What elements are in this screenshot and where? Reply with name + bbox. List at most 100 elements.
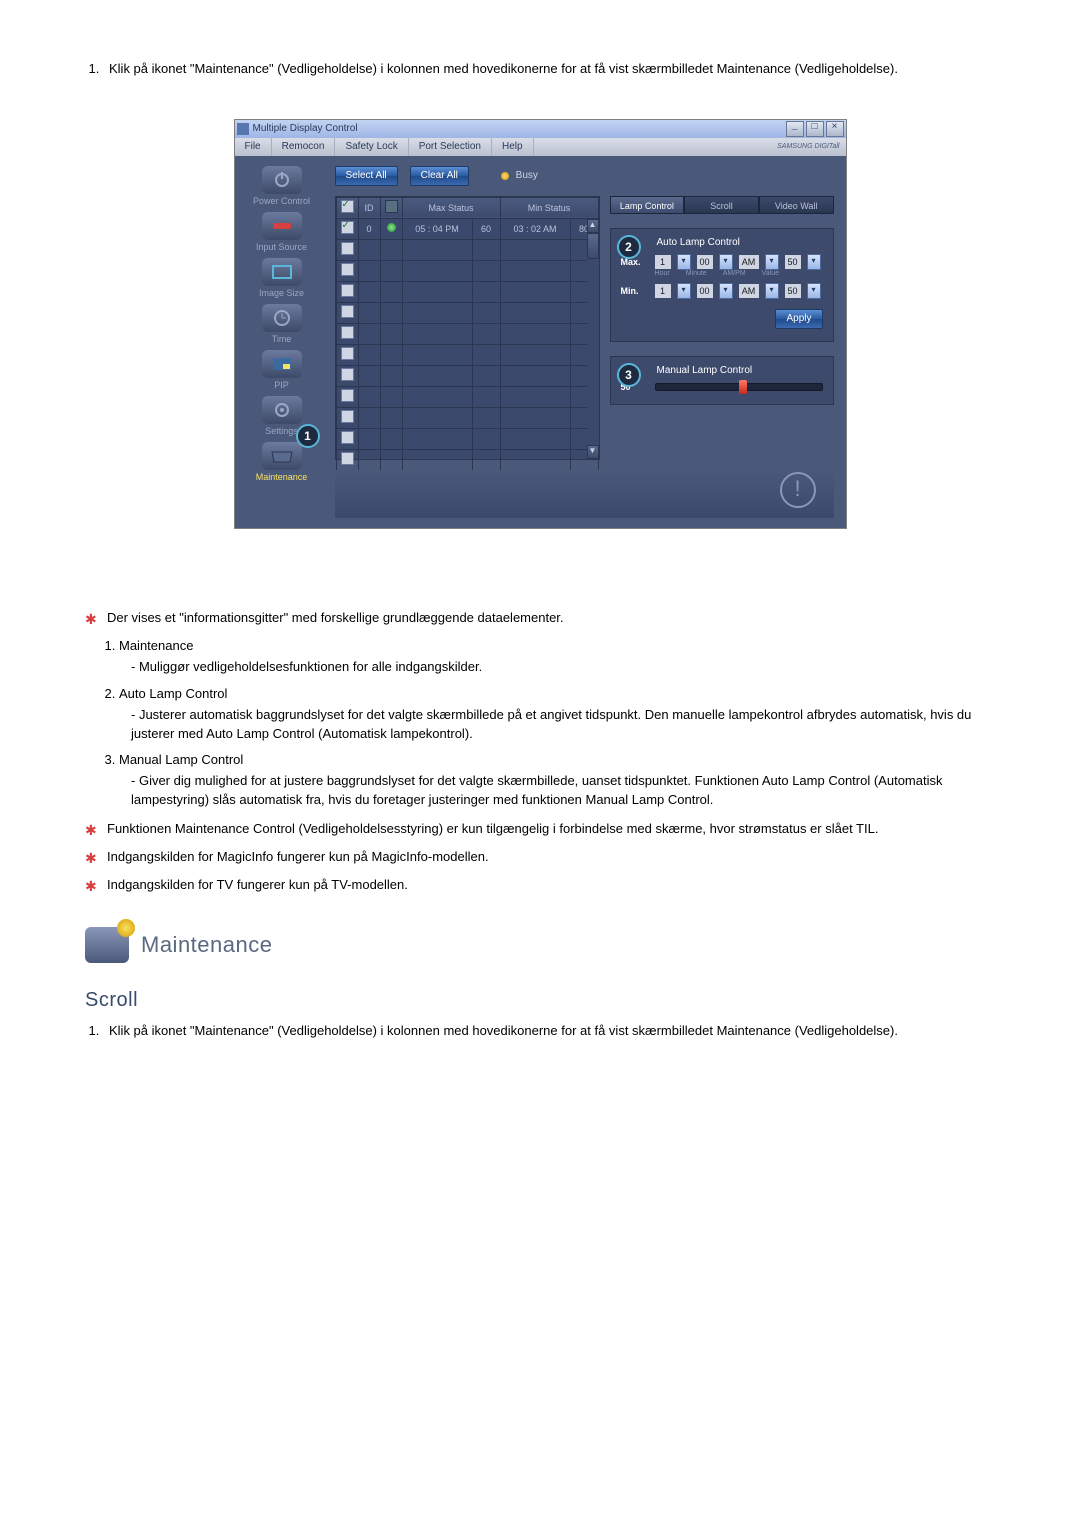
select-all-button[interactable]: Select All <box>335 166 398 186</box>
manual-lamp-title: Manual Lamp Control <box>657 365 823 376</box>
monitor-icon <box>385 200 398 213</box>
min-hour-input[interactable]: 1 <box>655 284 671 298</box>
note-maintenance-power: Funktionen Maintenance Control (Vedligeh… <box>85 820 995 840</box>
dropdown-icon[interactable]: ▾ <box>677 283 691 299</box>
intro-item: Klik på ikonet "Maintenance" (Vedligehol… <box>103 1022 995 1041</box>
dropdown-icon[interactable]: ▾ <box>765 254 779 270</box>
sidebar-item-pip[interactable]: PIP <box>239 350 324 390</box>
maintenance-icon <box>85 927 129 963</box>
app-icon <box>237 123 249 135</box>
main-area: Select All Clear All Busy <box>329 156 846 528</box>
grid-col-id[interactable]: ID <box>358 197 380 218</box>
table-row <box>336 239 598 260</box>
section-title: Maintenance <box>141 932 272 958</box>
min-minute-input[interactable]: 00 <box>697 284 713 298</box>
subsection-title: Scroll <box>85 989 995 1012</box>
sidebar: Power Control Input Source Image Size Ti… <box>235 156 329 528</box>
grid-scrollbar[interactable]: ▲ ▼ <box>587 219 599 459</box>
display-grid: ID Max Status Min Status 0 05 : 04 PM 6 <box>335 196 600 460</box>
dropdown-icon[interactable]: ▾ <box>677 254 691 270</box>
auto-lamp-panel: 2 Auto Lamp Control Max. 1 ▾ 00 ▾ AM ▾ 5… <box>610 228 834 342</box>
table-row <box>336 260 598 281</box>
info-icon[interactable]: ! <box>780 472 816 508</box>
min-ampm-input[interactable]: AM <box>739 284 759 298</box>
clear-all-button[interactable]: Clear All <box>410 166 469 186</box>
manual-lamp-panel: 3 Manual Lamp Control 50 <box>610 356 834 405</box>
app-window: Multiple Display Control _ □ × File Remo… <box>234 119 847 529</box>
note-tv: Indgangskilden for TV fungerer kun på TV… <box>85 876 995 896</box>
list-item: Muliggør vedligeholdelsesfunktionen for … <box>131 658 995 677</box>
table-row <box>336 407 598 428</box>
list-item: Giver dig mulighed for at justere baggru… <box>131 772 995 810</box>
menu-file[interactable]: File <box>235 138 272 156</box>
scroll-up-icon[interactable]: ▲ <box>587 219 599 233</box>
table-row <box>336 281 598 302</box>
dropdown-icon[interactable]: ▾ <box>765 283 779 299</box>
menu-remocon[interactable]: Remocon <box>272 138 336 156</box>
intro-list: Klik på ikonet "Maintenance" (Vedligehol… <box>85 60 995 79</box>
menu-port-selection[interactable]: Port Selection <box>409 138 492 156</box>
scroll-thumb[interactable] <box>587 233 599 259</box>
table-row <box>336 323 598 344</box>
grid-col-icon <box>380 197 402 218</box>
sidebar-item-input-source[interactable]: Input Source <box>239 212 324 252</box>
row-checkbox[interactable] <box>341 221 354 234</box>
table-row <box>336 428 598 449</box>
hour-sublabel: Hour <box>655 270 670 277</box>
sidebar-label: Input Source <box>239 242 324 252</box>
grid-col-check[interactable] <box>336 197 358 218</box>
maximize-button[interactable]: □ <box>806 121 824 137</box>
note-info-grid: Der vises et "informationsgitter" med fo… <box>85 609 995 629</box>
note-magicinfo: Indgangskilden for MagicInfo fungerer ku… <box>85 848 995 868</box>
ampm-sublabel: AM/PM <box>723 270 746 277</box>
window-footer: ! <box>335 470 834 518</box>
busy-label: Busy <box>516 170 538 181</box>
grid-col-min-status[interactable]: Min Status <box>500 197 598 218</box>
slider-thumb[interactable] <box>739 380 747 394</box>
sidebar-label: PIP <box>239 380 324 390</box>
table-row <box>336 386 598 407</box>
titlebar: Multiple Display Control _ □ × <box>235 120 846 138</box>
sidebar-label: Image Size <box>239 288 324 298</box>
table-row <box>336 344 598 365</box>
callout-1: 1 <box>296 424 320 448</box>
scroll-down-icon[interactable]: ▼ <box>587 445 599 459</box>
max-minute-input[interactable]: 00 <box>697 255 713 269</box>
max-value-input[interactable]: 50 <box>785 255 801 269</box>
list-title: Manual Lamp Control <box>119 752 243 767</box>
list-item: Justerer automatisk baggrundslyset for d… <box>131 706 995 744</box>
dropdown-icon[interactable]: ▾ <box>807 254 821 270</box>
tab-video-wall[interactable]: Video Wall <box>759 196 834 214</box>
sidebar-label: Time <box>239 334 324 344</box>
tab-scroll[interactable]: Scroll <box>684 196 759 214</box>
menu-safety-lock[interactable]: Safety Lock <box>335 138 408 156</box>
dropdown-icon[interactable]: ▾ <box>807 283 821 299</box>
intro-item: Klik på ikonet "Maintenance" (Vedligehol… <box>103 60 995 79</box>
lamp-slider[interactable] <box>655 383 823 391</box>
brand-label: SAMSUNG DIGITall <box>777 143 839 150</box>
tab-lamp-control[interactable]: Lamp Control <box>610 196 685 214</box>
dropdown-icon[interactable]: ▾ <box>719 254 733 270</box>
dropdown-icon[interactable]: ▾ <box>719 283 733 299</box>
close-button[interactable]: × <box>826 121 844 137</box>
max-ampm-input[interactable]: AM <box>739 255 759 269</box>
sidebar-item-power[interactable]: Power Control <box>239 166 324 206</box>
menubar: File Remocon Safety Lock Port Selection … <box>235 138 846 156</box>
auto-lamp-title: Auto Lamp Control <box>657 237 823 248</box>
row-id: 0 <box>358 218 380 239</box>
apply-button[interactable]: Apply <box>775 309 822 329</box>
sidebar-item-image-size[interactable]: Image Size <box>239 258 324 298</box>
sidebar-item-maintenance[interactable]: 1 Maintenance <box>239 442 324 482</box>
table-row[interactable]: 0 05 : 04 PM 60 03 : 02 AM 80 <box>336 218 598 239</box>
callout-3: 3 <box>617 363 641 387</box>
minimize-button[interactable]: _ <box>786 121 804 137</box>
grid-col-max-status[interactable]: Max Status <box>402 197 500 218</box>
menu-help[interactable]: Help <box>492 138 534 156</box>
sidebar-label: Power Control <box>239 196 324 206</box>
max-hour-input[interactable]: 1 <box>655 255 671 269</box>
table-row <box>336 449 598 470</box>
min-value-input[interactable]: 50 <box>785 284 801 298</box>
sidebar-item-time[interactable]: Time <box>239 304 324 344</box>
table-row <box>336 365 598 386</box>
right-tabs: Lamp Control Scroll Video Wall <box>610 196 834 214</box>
